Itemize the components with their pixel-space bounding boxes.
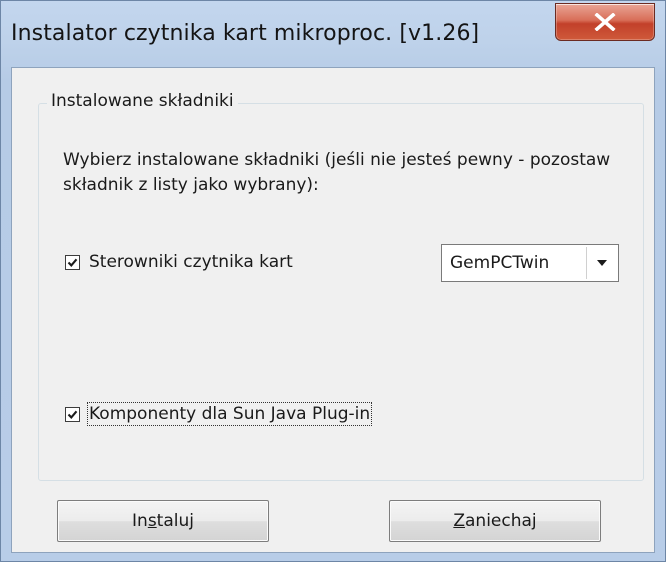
dropdown-arrow-icon [597,260,607,266]
java-plugin-checkbox[interactable] [65,407,80,422]
drivers-checkbox-label[interactable]: Sterowniki czytnika kart [89,252,293,272]
checkmark-icon [67,258,78,267]
install-button-label: Instaluj [132,511,194,531]
drivers-checkbox[interactable] [65,255,80,270]
close-icon [594,13,616,31]
cancel-button[interactable]: Zaniechaj [389,500,601,542]
dialog-body: Instalowane składniki Wybierz instalowan… [11,67,655,553]
dropdown-button[interactable] [586,247,616,279]
reader-select-value: GemPCTwin [450,253,550,273]
components-groupbox: Instalowane składniki Wybierz instalowan… [38,91,644,481]
title-bar[interactable]: Instalator czytnika kart mikroproc. [v1.… [1,1,665,67]
instructions-text: Wybierz instalowane składniki (jeśli nie… [63,150,611,195]
checkmark-icon [67,410,78,419]
close-button[interactable] [555,3,655,41]
cancel-button-label: Zaniechaj [453,511,537,531]
window-title: Instalator czytnika kart mikroproc. [v1.… [11,21,480,46]
install-button[interactable]: Instaluj [57,500,269,542]
java-plugin-checkbox-label[interactable]: Komponenty dla Sun Java Plug-in [86,402,373,426]
reader-select[interactable]: GemPCTwin [441,244,619,282]
installer-window: Instalator czytnika kart mikroproc. [v1.… [0,0,666,562]
groupbox-title: Instalowane składniki [47,91,238,111]
